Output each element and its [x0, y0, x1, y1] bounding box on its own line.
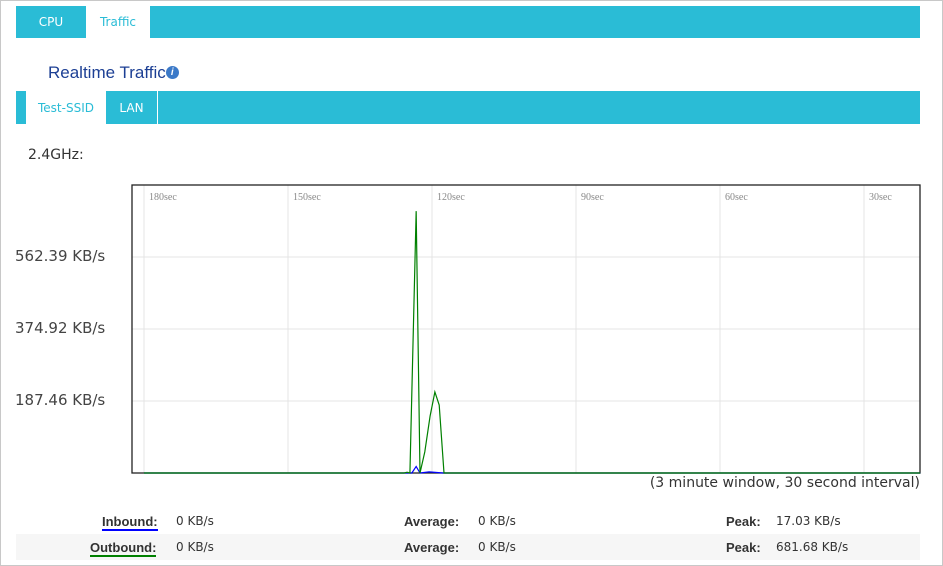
inbound-row: Inbound: 0 KB/s Average: 0 KB/s Peak: 17…	[16, 508, 920, 534]
x-tick-label: 30sec	[869, 192, 892, 203]
outbound-average: 0 KB/s	[478, 540, 516, 554]
traffic-page: CPU Traffic Realtime Traffic i Test-SSID …	[0, 0, 943, 566]
inbound-line	[144, 465, 921, 474]
x-tick-label: 180sec	[149, 192, 177, 203]
outbound-current: 0 KB/s	[176, 540, 214, 554]
inbound-average: 0 KB/s	[478, 514, 516, 528]
chart-caption: (3 minute window, 30 second interval)	[649, 475, 920, 491]
outbound-label: Outbound:	[90, 540, 157, 557]
x-tick-label: 120sec	[437, 192, 465, 203]
x-tick-label: 60sec	[725, 192, 748, 203]
x-tick-label: 150sec	[293, 192, 321, 203]
inbound-label: Inbound:	[102, 514, 158, 531]
outbound-row: Outbound: 0 KB/s Average: 0 KB/s Peak: 6…	[16, 534, 920, 560]
inbound-peak-label: Peak:	[726, 514, 761, 529]
outbound-average-label: Average:	[404, 540, 460, 555]
outbound-peak-label: Peak:	[726, 540, 761, 555]
outbound-line	[144, 211, 921, 474]
inbound-average-label: Average:	[404, 514, 460, 529]
x-tick-label: 90sec	[581, 192, 604, 203]
inbound-peak: 17.03 KB/s	[776, 514, 841, 528]
outbound-peak: 681.68 KB/s	[776, 540, 849, 554]
inbound-current: 0 KB/s	[176, 514, 214, 528]
